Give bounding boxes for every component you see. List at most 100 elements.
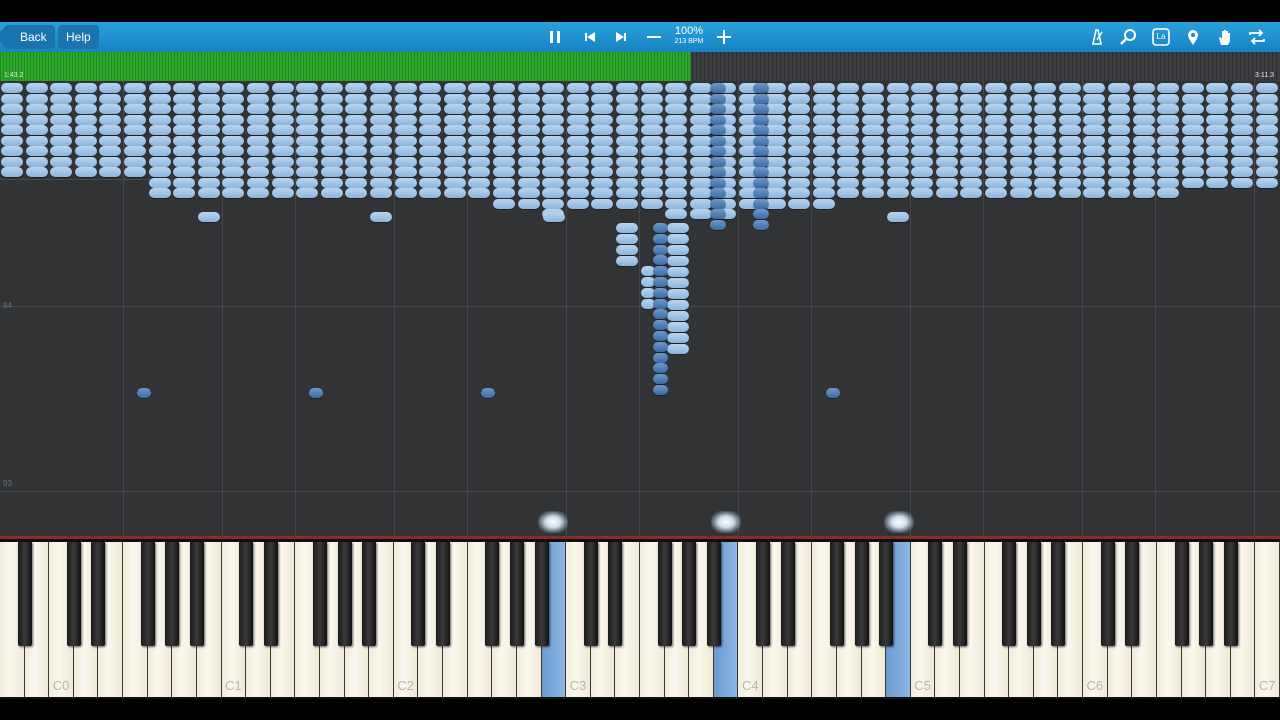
- black-key[interactable]: [657, 542, 672, 646]
- falling-note: [753, 93, 769, 104]
- measure-number: 94: [3, 301, 12, 310]
- black-key[interactable]: [337, 542, 352, 646]
- key-hit-glow: [884, 511, 914, 533]
- falling-note: [124, 125, 146, 135]
- falling-note: [1206, 114, 1229, 125]
- falling-note: [345, 83, 368, 93]
- black-key[interactable]: [1223, 542, 1238, 646]
- falling-note: [517, 104, 540, 114]
- black-key[interactable]: [829, 542, 844, 646]
- falling-note: [1181, 125, 1204, 135]
- la-icon[interactable]: La: [1150, 26, 1172, 48]
- black-key[interactable]: [706, 542, 721, 646]
- falling-note: [1108, 167, 1130, 177]
- metronome-icon[interactable]: [1086, 26, 1108, 48]
- black-key[interactable]: [509, 542, 524, 646]
- loop-icon[interactable]: [1246, 26, 1268, 48]
- hand-icon[interactable]: [1214, 26, 1236, 48]
- black-key[interactable]: [362, 542, 377, 646]
- black-key[interactable]: [1125, 542, 1140, 646]
- back-button[interactable]: Back: [4, 25, 55, 49]
- falling-note: [1132, 83, 1155, 93]
- falling-note: [665, 114, 688, 125]
- next-icon[interactable]: [610, 26, 632, 48]
- falling-note: [591, 125, 614, 135]
- previous-icon[interactable]: [579, 26, 601, 48]
- falling-note: [1231, 125, 1253, 135]
- falling-note: [25, 167, 48, 177]
- black-key[interactable]: [17, 542, 32, 646]
- falling-note: [812, 114, 835, 125]
- location-pin-icon[interactable]: [1182, 26, 1204, 48]
- minus-icon[interactable]: [643, 26, 665, 48]
- falling-note: [443, 146, 466, 156]
- falling-note: [985, 188, 1007, 198]
- falling-note: [419, 135, 442, 146]
- search-icon[interactable]: [1118, 26, 1140, 48]
- falling-note: [493, 93, 515, 104]
- key-hit-glow: [711, 511, 741, 533]
- black-key[interactable]: [263, 542, 278, 646]
- black-key[interactable]: [1199, 542, 1214, 646]
- falling-note: [320, 104, 343, 114]
- black-key[interactable]: [756, 542, 771, 646]
- falling-note: [99, 83, 122, 93]
- black-key[interactable]: [879, 542, 894, 646]
- falling-note: [419, 167, 442, 177]
- black-key[interactable]: [165, 542, 180, 646]
- black-key[interactable]: [189, 542, 204, 646]
- black-key[interactable]: [140, 542, 155, 646]
- falling-note: [542, 83, 565, 93]
- falling-note: [50, 104, 73, 114]
- falling-note: [25, 156, 48, 167]
- falling-note: [124, 167, 146, 177]
- falling-note: [665, 198, 688, 209]
- black-key[interactable]: [91, 542, 106, 646]
- falling-note: [667, 223, 689, 233]
- falling-note: [985, 167, 1007, 177]
- grid-line: [983, 81, 984, 536]
- plus-icon[interactable]: [713, 26, 735, 48]
- falling-note: [667, 311, 689, 321]
- black-key[interactable]: [1051, 542, 1066, 646]
- falling-note: [616, 156, 638, 167]
- black-key[interactable]: [780, 542, 795, 646]
- falling-note: [517, 156, 540, 167]
- black-key[interactable]: [313, 542, 327, 646]
- black-key[interactable]: [436, 542, 451, 646]
- black-key[interactable]: [854, 542, 869, 646]
- black-key[interactable]: [1100, 542, 1115, 646]
- black-key[interactable]: [953, 542, 967, 646]
- falling-note: [197, 177, 220, 188]
- help-button[interactable]: Help: [58, 25, 99, 49]
- falling-note: [173, 104, 196, 114]
- falling-note: [1034, 135, 1057, 146]
- black-key[interactable]: [1174, 542, 1189, 646]
- falling-note: [935, 156, 958, 167]
- falling-note: [1132, 93, 1155, 104]
- falling-note: [788, 93, 811, 104]
- black-key[interactable]: [583, 542, 598, 646]
- falling-note: [616, 223, 638, 233]
- falling-note: [1157, 167, 1180, 177]
- black-key[interactable]: [534, 542, 549, 646]
- pause-icon[interactable]: [544, 26, 566, 48]
- black-key[interactable]: [239, 542, 254, 646]
- falling-note: [517, 188, 540, 198]
- black-key[interactable]: [485, 542, 500, 646]
- black-key[interactable]: [682, 542, 697, 646]
- progress-bar[interactable]: 1:43.2 3:11.3: [0, 52, 1280, 81]
- falling-note: [862, 104, 884, 114]
- black-key[interactable]: [608, 542, 623, 646]
- black-key[interactable]: [1026, 542, 1041, 646]
- falling-note: [271, 135, 294, 146]
- white-key[interactable]: C7: [1255, 542, 1280, 697]
- black-key[interactable]: [1002, 542, 1017, 646]
- black-key[interactable]: [411, 542, 426, 646]
- black-key[interactable]: [928, 542, 943, 646]
- falling-note: [1255, 177, 1278, 188]
- falling-note: [1083, 93, 1106, 104]
- falling-note: [960, 156, 983, 167]
- black-key[interactable]: [66, 542, 81, 646]
- elapsed-time: 1:43.2: [4, 72, 24, 79]
